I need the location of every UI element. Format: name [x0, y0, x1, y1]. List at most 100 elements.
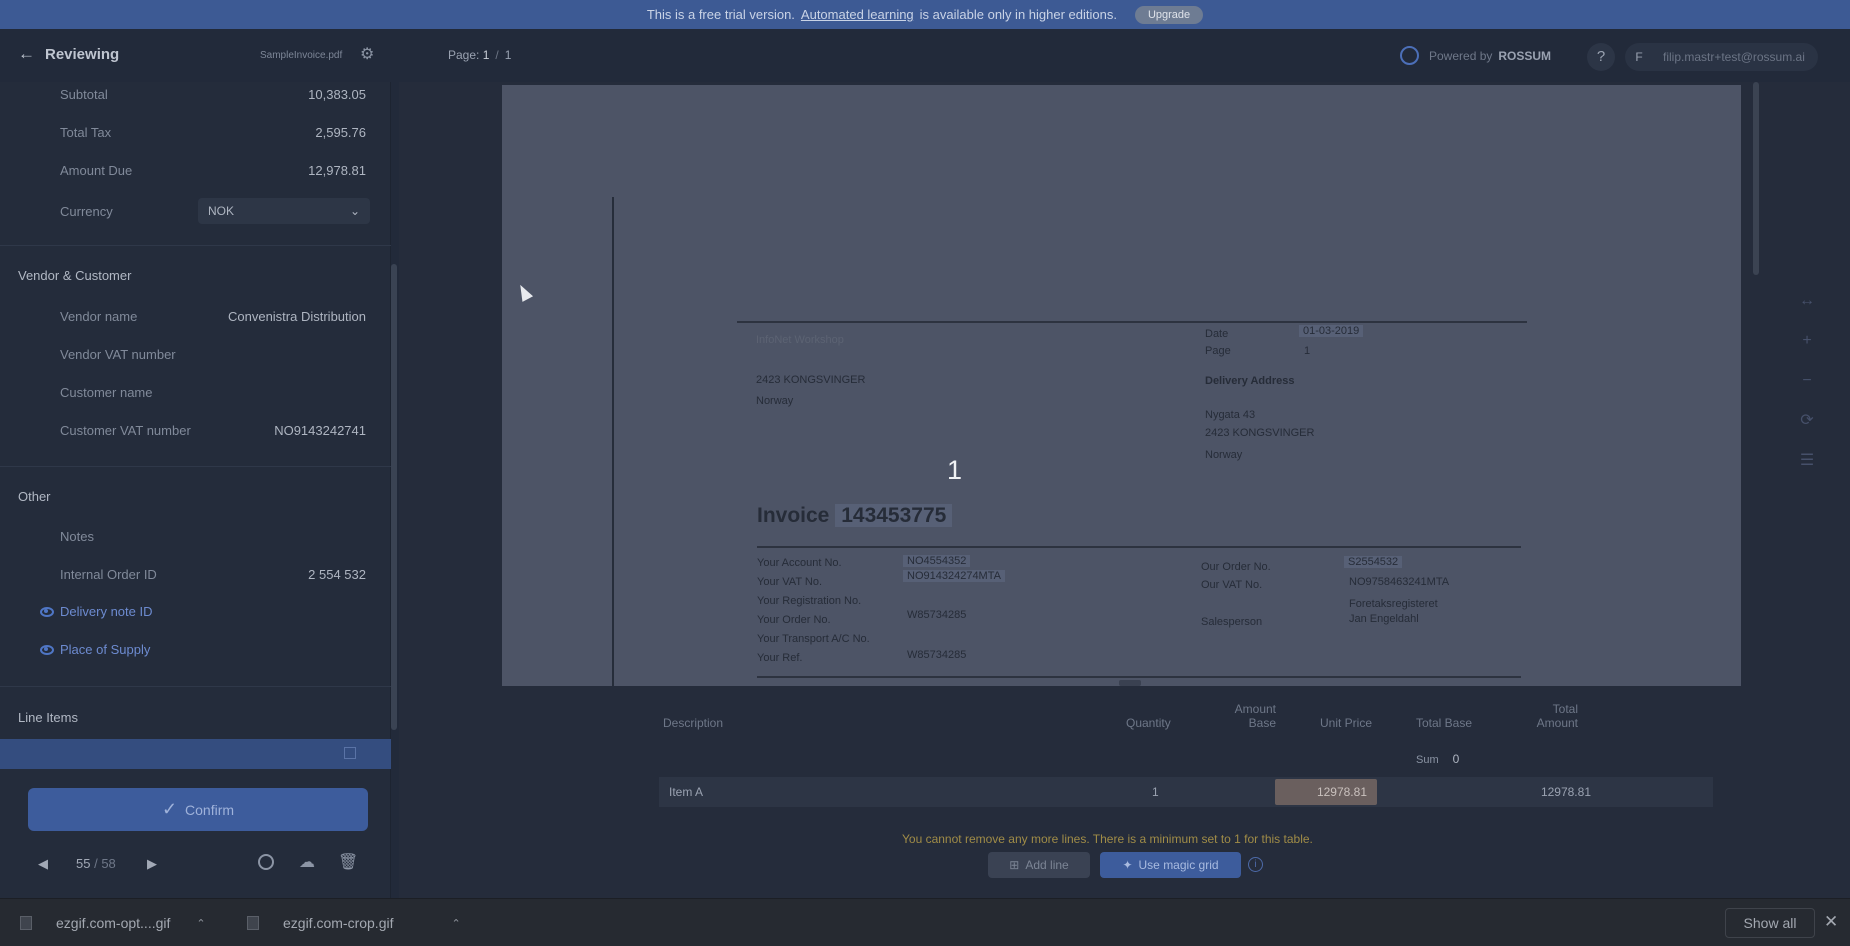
- doc-row-label: Your Transport A/C No.: [757, 633, 870, 645]
- cell-quantity[interactable]: 1: [1152, 785, 1159, 799]
- doc-row-value[interactable]: S2554532: [1344, 556, 1403, 568]
- viewer-scrollbar[interactable]: [1753, 82, 1759, 275]
- cell-description[interactable]: Item A: [669, 785, 703, 799]
- grid-icon[interactable]: [344, 747, 356, 759]
- confirm-button[interactable]: ✓ Confirm: [28, 788, 368, 831]
- th-unit-price: Unit Price: [1320, 716, 1373, 730]
- field-value: 12,978.81: [308, 162, 366, 178]
- top-header: ← Reviewing SampleInvoice.pdf ⚙ Page: 1 /…: [0, 29, 1850, 82]
- field-place-of-supply[interactable]: Place of Supply: [60, 642, 150, 657]
- th-text: Amount: [1234, 702, 1276, 716]
- search-list-icon[interactable]: ☰: [1796, 450, 1818, 472]
- field-vendor-name[interactable]: Vendor name Convenistra Distribution: [60, 306, 366, 326]
- doc-row-label: Salesperson: [1201, 616, 1263, 628]
- close-icon[interactable]: ✕: [1824, 912, 1838, 932]
- field-label: Customer name: [60, 384, 153, 400]
- doc-row-value: W85734285: [907, 609, 967, 621]
- invoice-label: Invoice: [757, 504, 830, 527]
- section-title-other: Other: [18, 489, 51, 504]
- chevron-up-icon[interactable]: ⌃: [196, 917, 205, 930]
- check-icon: ✓: [161, 799, 178, 819]
- field-value: 2,595.76: [315, 124, 366, 140]
- doc-country: Norway: [756, 395, 794, 407]
- min-lines-warning: You cannot remove any more lines. There …: [902, 832, 1313, 846]
- back-button[interactable]: ← Reviewing: [18, 44, 119, 64]
- field-amount-due[interactable]: Amount Due 12,978.81: [60, 160, 366, 180]
- field-subtotal[interactable]: Subtotal 10,383.05: [60, 84, 366, 104]
- chevron-down-icon: ⌄: [349, 204, 360, 218]
- line-items-selected-row[interactable]: [0, 739, 391, 769]
- arrow-left-icon: ←: [18, 44, 35, 63]
- field-value: NO9143242741: [274, 422, 366, 438]
- doc-row-value[interactable]: NO4554352: [903, 555, 971, 567]
- field-vendor-vat[interactable]: Vendor VAT number: [60, 344, 366, 364]
- field-customer-vat[interactable]: Customer VAT number NO9143242741: [60, 420, 366, 440]
- eye-icon[interactable]: [40, 645, 54, 655]
- field-value: 10,383.05: [308, 86, 366, 102]
- divider: [0, 466, 391, 467]
- field-total-tax[interactable]: Total Tax 2,595.76: [60, 122, 366, 142]
- confirm-label: Confirm: [185, 801, 235, 818]
- download-item[interactable]: ezgif.com-crop.gif ⌃: [247, 915, 461, 931]
- download-item[interactable]: ezgif.com-opt....gif ⌃: [20, 915, 206, 931]
- doc-delivery-label: Delivery Address: [1205, 375, 1295, 387]
- th-description: Description: [663, 716, 724, 730]
- doc-row-label: Your VAT No.: [757, 576, 823, 588]
- field-customer-name[interactable]: Customer name: [60, 382, 366, 402]
- prev-document-button[interactable]: ◀: [38, 856, 48, 872]
- section-title-vendor: Vendor & Customer: [18, 268, 132, 283]
- field-delivery-note[interactable]: Delivery note ID: [60, 604, 152, 619]
- clock-icon[interactable]: [258, 854, 274, 870]
- doc-row-label: Your Registration No.: [757, 595, 862, 607]
- automated-learning-link[interactable]: Automated learning: [801, 7, 914, 22]
- next-document-button[interactable]: ▶: [147, 856, 157, 872]
- field-internal-order[interactable]: Internal Order ID 2 554 532: [60, 564, 366, 584]
- doc-address: 2423 KONGSVINGER: [756, 374, 866, 386]
- doc-date-value[interactable]: 01-03-2019: [1299, 325, 1364, 337]
- magic-grid-button[interactable]: ✦ Use magic grid: [1100, 852, 1241, 878]
- th-total-base: Total Base: [1416, 716, 1473, 730]
- file-icon: [247, 916, 259, 930]
- gear-icon[interactable]: ⚙: [360, 47, 376, 63]
- cloud-download-icon[interactable]: ☁: [298, 854, 316, 872]
- table-row[interactable]: Item A 1 12978.81 12978.81: [659, 777, 1713, 807]
- rotate-icon[interactable]: ⟳: [1796, 410, 1818, 432]
- sidebar-scrollbar[interactable]: [391, 264, 397, 730]
- field-notes[interactable]: Notes: [60, 526, 366, 546]
- trial-banner: This is a free trial version. Automated …: [0, 0, 1850, 29]
- chevron-up-icon[interactable]: ⌃: [451, 917, 460, 930]
- document-filename: SampleInvoice.pdf: [260, 50, 343, 61]
- field-label: Currency: [60, 203, 113, 219]
- zoom-out-icon[interactable]: −: [1796, 370, 1818, 392]
- upgrade-button[interactable]: Upgrade: [1134, 5, 1204, 24]
- downloads-bar: ezgif.com-opt....gif ⌃ ezgif.com-crop.gi…: [0, 898, 1850, 946]
- doc-invoice-title: Invoice 143453775: [757, 504, 953, 528]
- page-total: 1: [504, 48, 512, 62]
- invoice-number[interactable]: 143453775: [835, 504, 953, 527]
- doc-row-value[interactable]: NO914324274MTA: [903, 570, 1005, 582]
- user-menu[interactable]: F filip.mastr+test@rossum.ai: [1625, 43, 1818, 71]
- resize-handle[interactable]: [1119, 680, 1141, 686]
- help-icon[interactable]: ?: [1587, 43, 1615, 71]
- magic-grid-label: Use magic grid: [1138, 858, 1219, 872]
- fit-width-icon[interactable]: ↔: [1796, 290, 1818, 312]
- doc-page-label: Page: [1205, 345, 1231, 357]
- divider: [0, 686, 391, 687]
- currency-select[interactable]: NOK ⌄: [198, 198, 370, 224]
- cell-unit-price[interactable]: 12978.81: [1275, 779, 1377, 805]
- user-email: filip.mastr+test@rossum.ai: [1663, 50, 1805, 64]
- show-all-button[interactable]: Show all: [1725, 908, 1815, 938]
- document-page[interactable]: InfoNet Workshop 2423 KONGSVINGER Norway…: [502, 85, 1741, 686]
- eye-icon[interactable]: [40, 607, 54, 617]
- banner-text-end: is available only in higher editions.: [919, 7, 1117, 22]
- zoom-in-icon[interactable]: +: [1796, 330, 1818, 352]
- sidebar: Subtotal 10,383.05 Total Tax 2,595.76 Am…: [0, 82, 391, 898]
- info-icon[interactable]: i: [1248, 857, 1263, 872]
- doc-page-value: 1: [1304, 345, 1311, 357]
- add-line-button[interactable]: ⊞ Add line: [988, 852, 1090, 878]
- doc-row-label: Our Order No.: [1201, 561, 1271, 573]
- trash-icon[interactable]: 🗑: [338, 854, 358, 872]
- divider: [0, 245, 391, 246]
- sum-label: Sum: [1416, 754, 1439, 766]
- cell-total-amount[interactable]: 12978.81: [1511, 785, 1591, 799]
